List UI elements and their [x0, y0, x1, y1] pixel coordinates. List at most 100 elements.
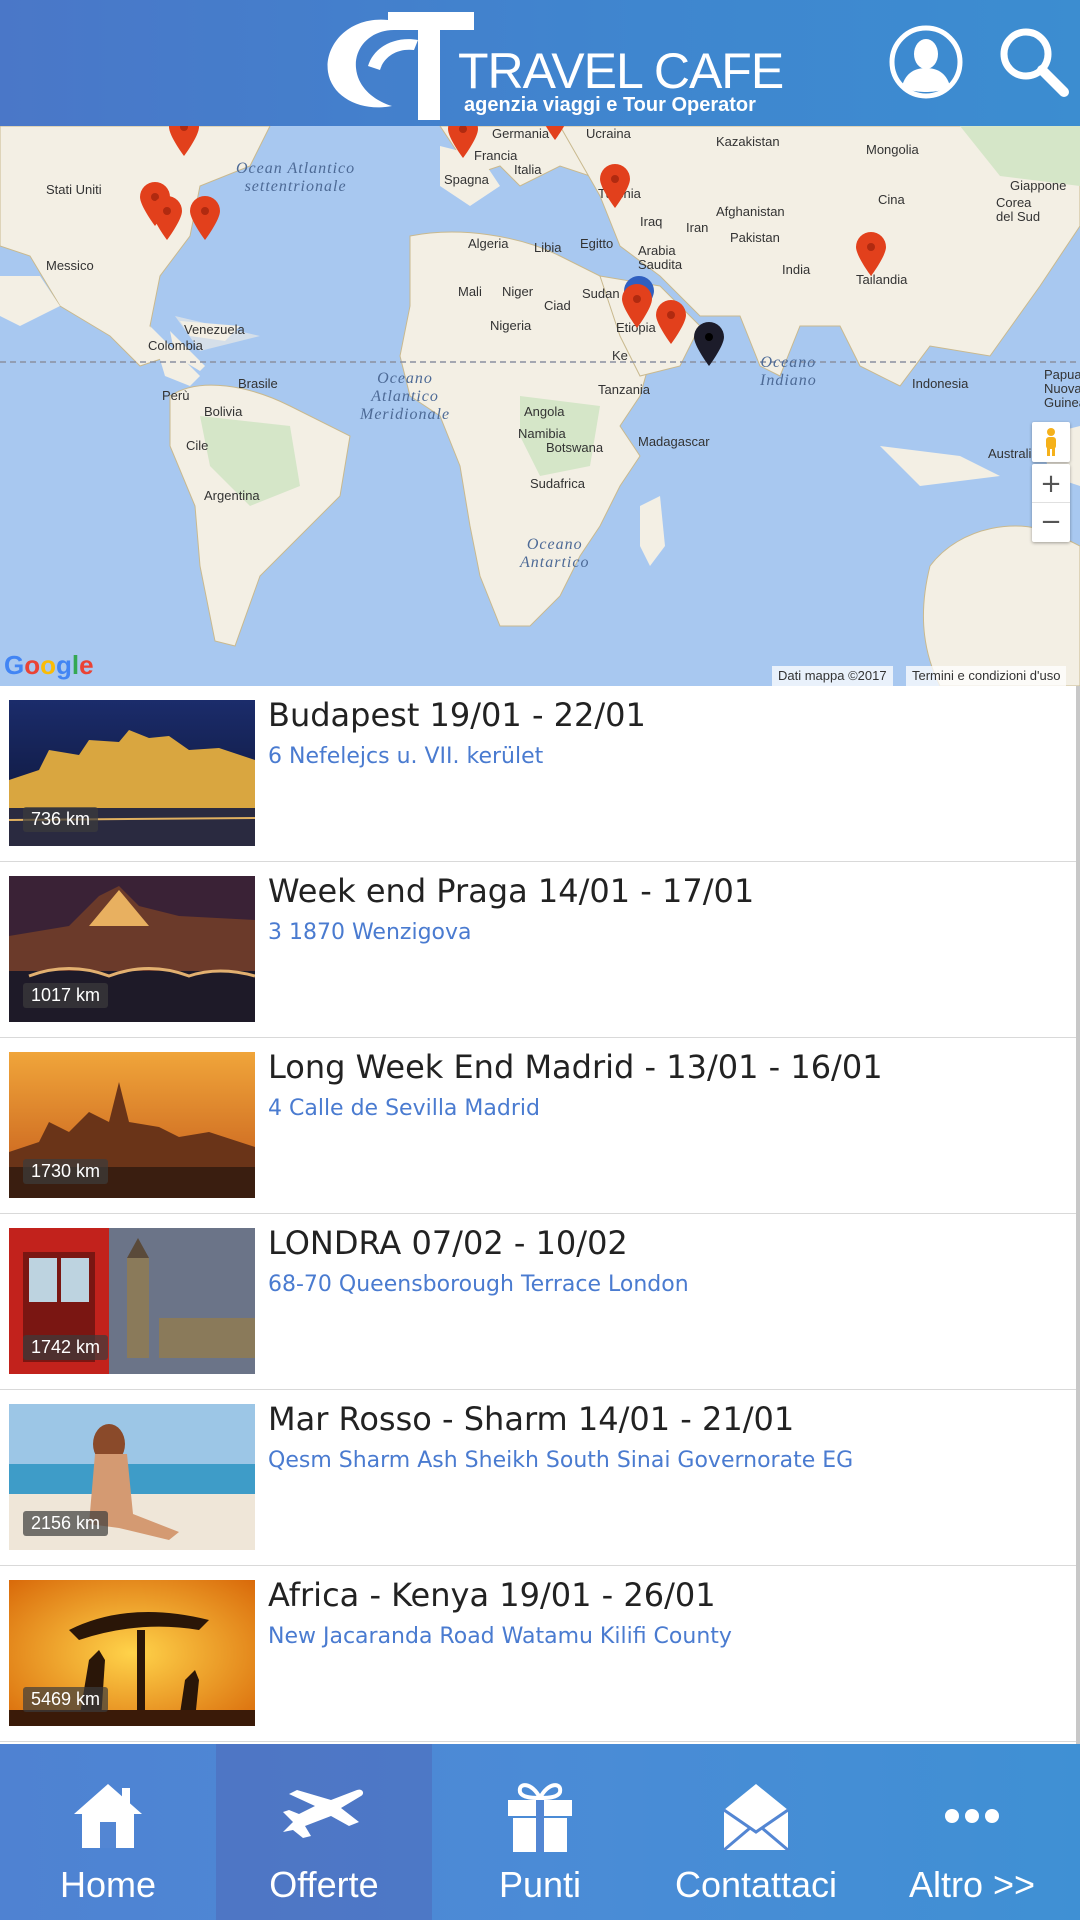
- offer-thumbnail: 1742 km: [9, 1228, 255, 1374]
- offer-title: Week end Praga 14/01 - 17/01: [268, 872, 755, 910]
- search-button[interactable]: [994, 22, 1070, 98]
- offer-thumbnail: 736 km: [9, 700, 255, 846]
- nav-item-contattaci[interactable]: Contattaci: [648, 1744, 864, 1920]
- map-terms-link[interactable]: Termini e condizioni d'uso: [906, 666, 1067, 686]
- offer-address: 3 1870 Wenzigova: [268, 920, 472, 945]
- map-label-papua: Papua Nuova Guinea: [1044, 367, 1080, 410]
- nav-label-offerte: Offerte: [269, 1864, 379, 1905]
- map-label-iran: Iran: [686, 220, 709, 235]
- map-marker-icon[interactable]: [152, 196, 182, 240]
- offers-list: 736 km Budapest 19/01 - 22/01 6 Nefelejc…: [0, 686, 1076, 1742]
- map-ocean-indiano: Oceano Indiano: [760, 354, 817, 389]
- offer-title: Africa - Kenya 19/01 - 26/01: [268, 1576, 716, 1614]
- map-ocean-atlantico-nord: Ocean Atlantico settentrionale: [236, 160, 356, 195]
- map-label-algeria: Algeria: [468, 236, 509, 251]
- map-label-libia: Libia: [534, 240, 562, 255]
- map-label-egitto: Egitto: [580, 236, 614, 251]
- distance-badge: 1730 km: [23, 1159, 109, 1184]
- map-label-corea: Corea del Sud: [996, 195, 1041, 224]
- zoom-controls: + −: [1032, 464, 1070, 542]
- map-label-messico: Messico: [46, 258, 94, 273]
- logo-title: TRAVEL CAFE: [458, 43, 784, 99]
- more-dots-icon: [927, 1776, 1017, 1856]
- logo-subtitle: agenzia viaggi e Tour Operator: [464, 94, 756, 116]
- map-marker-icon[interactable]: [540, 126, 570, 140]
- offer-thumbnail: 2156 km: [9, 1404, 255, 1550]
- map-label-botswana: Botswana: [546, 440, 604, 455]
- pegman-icon: [1046, 428, 1056, 456]
- bottom-nav: Home Offerte Punti Contattaci Altro >>: [0, 1744, 1080, 1920]
- travel-cafe-logo[interactable]: TRAVEL CAFE agenzia viaggi e Tour Operat…: [318, 6, 784, 120]
- map-ocean-atlantico-sud: Oceano Atlantico Meridionale: [360, 370, 451, 423]
- map-label-niger: Niger: [502, 284, 534, 299]
- map-label-brasile: Brasile: [238, 376, 278, 391]
- list-scrollbar[interactable]: [1076, 686, 1080, 1744]
- offers-map[interactable]: Stati Uniti Messico Venezuela Colombia P…: [0, 126, 1080, 686]
- search-icon: [1000, 28, 1069, 97]
- street-view-pegman-button[interactable]: [1032, 422, 1070, 462]
- offer-thumbnail: 5469 km: [9, 1580, 255, 1726]
- map-marker-icon[interactable]: [656, 300, 686, 344]
- ct-logo-mark-icon: [327, 12, 474, 120]
- list-item[interactable]: 5469 km Africa - Kenya 19/01 - 26/01 New…: [0, 1566, 1076, 1742]
- offer-title: Budapest 19/01 - 22/01: [268, 696, 646, 734]
- nav-item-home[interactable]: Home: [0, 1744, 216, 1920]
- map-marker-icon[interactable]: [190, 196, 220, 240]
- map-label-indonesia: Indonesia: [912, 376, 969, 391]
- map-label-giappone: Giappone: [1010, 178, 1067, 193]
- app-header: TRAVEL CAFE agenzia viaggi e Tour Operat…: [0, 0, 1080, 126]
- user-icon: [889, 25, 963, 99]
- map-ocean-antartico: Oceano Antartico: [520, 536, 590, 571]
- map-marker-icon[interactable]: [600, 164, 630, 208]
- list-item[interactable]: 1742 km LONDRA 07/02 - 10/02 68-70 Queen…: [0, 1214, 1076, 1390]
- list-item[interactable]: 2156 km Mar Rosso - Sharm 14/01 - 21/01 …: [0, 1390, 1076, 1566]
- google-logo[interactable]: Google: [4, 650, 94, 681]
- offer-thumbnail: 1730 km: [9, 1052, 255, 1198]
- nav-item-altro[interactable]: Altro >>: [864, 1744, 1080, 1920]
- map-label-bolivia: Bolivia: [204, 404, 243, 419]
- user-profile-button[interactable]: [888, 24, 964, 100]
- offer-address: 6 Nefelejcs u. VII. kerület: [268, 744, 544, 769]
- distance-badge: 2156 km: [23, 1511, 109, 1536]
- map-label-nigeria: Nigeria: [490, 318, 532, 333]
- map-label-colombia: Colombia: [148, 338, 203, 353]
- gift-icon: [495, 1776, 585, 1856]
- envelope-icon: [711, 1776, 801, 1856]
- list-item[interactable]: 1017 km Week end Praga 14/01 - 17/01 3 1…: [0, 862, 1076, 1038]
- map-label-mali: Mali: [458, 284, 482, 299]
- map-label-namibia: Namibia: [518, 426, 566, 441]
- map-label-spagna: Spagna: [444, 172, 489, 187]
- map-marker-icon[interactable]: [856, 232, 886, 276]
- list-item[interactable]: 736 km Budapest 19/01 - 22/01 6 Nefelejc…: [0, 686, 1076, 862]
- map-label-afghanistan: Afghanistan: [716, 204, 785, 219]
- nav-item-punti[interactable]: Punti: [432, 1744, 648, 1920]
- nav-item-offerte[interactable]: Offerte: [216, 1744, 432, 1920]
- map-marker-icon[interactable]: [622, 284, 652, 328]
- map-label-sudan: Sudan: [582, 286, 620, 301]
- zoom-in-button[interactable]: +: [1032, 465, 1070, 503]
- zoom-out-button[interactable]: −: [1032, 503, 1070, 541]
- map-label-kenya: Ke: [612, 348, 628, 363]
- nav-label-altro: Altro >>: [908, 1864, 1036, 1905]
- offer-title: LONDRA 07/02 - 10/02: [268, 1224, 628, 1262]
- map-marker-icon[interactable]: [169, 126, 199, 156]
- offer-address: New Jacaranda Road Watamu Kilifi County: [268, 1624, 732, 1649]
- list-item[interactable]: 1730 km Long Week End Madrid - 13/01 - 1…: [0, 1038, 1076, 1214]
- map-label-francia: Francia: [474, 148, 518, 163]
- map-label-italia: Italia: [514, 162, 542, 177]
- user-location-marker-icon[interactable]: [694, 322, 724, 366]
- map-label-sudafrica: Sudafrica: [530, 476, 585, 491]
- map-label-mongolia: Mongolia: [866, 142, 919, 157]
- map-label-stati-uniti: Stati Uniti: [46, 182, 102, 197]
- map-label-ciad: Ciad: [544, 298, 571, 313]
- nav-label-contattaci: Contattaci: [674, 1864, 838, 1905]
- map-label-argentina: Argentina: [204, 488, 260, 503]
- offer-title: Long Week End Madrid - 13/01 - 16/01: [268, 1048, 883, 1086]
- map-label-ucraina: Ucraina: [586, 126, 631, 141]
- map-label-cile: Cile: [186, 438, 209, 453]
- offer-address: 68-70 Queensborough Terrace London: [268, 1272, 689, 1297]
- distance-badge: 5469 km: [23, 1687, 109, 1712]
- map-marker-icon[interactable]: [448, 126, 478, 158]
- map-label-pakistan: Pakistan: [730, 230, 780, 245]
- map-label-tanzania: Tanzania: [598, 382, 651, 397]
